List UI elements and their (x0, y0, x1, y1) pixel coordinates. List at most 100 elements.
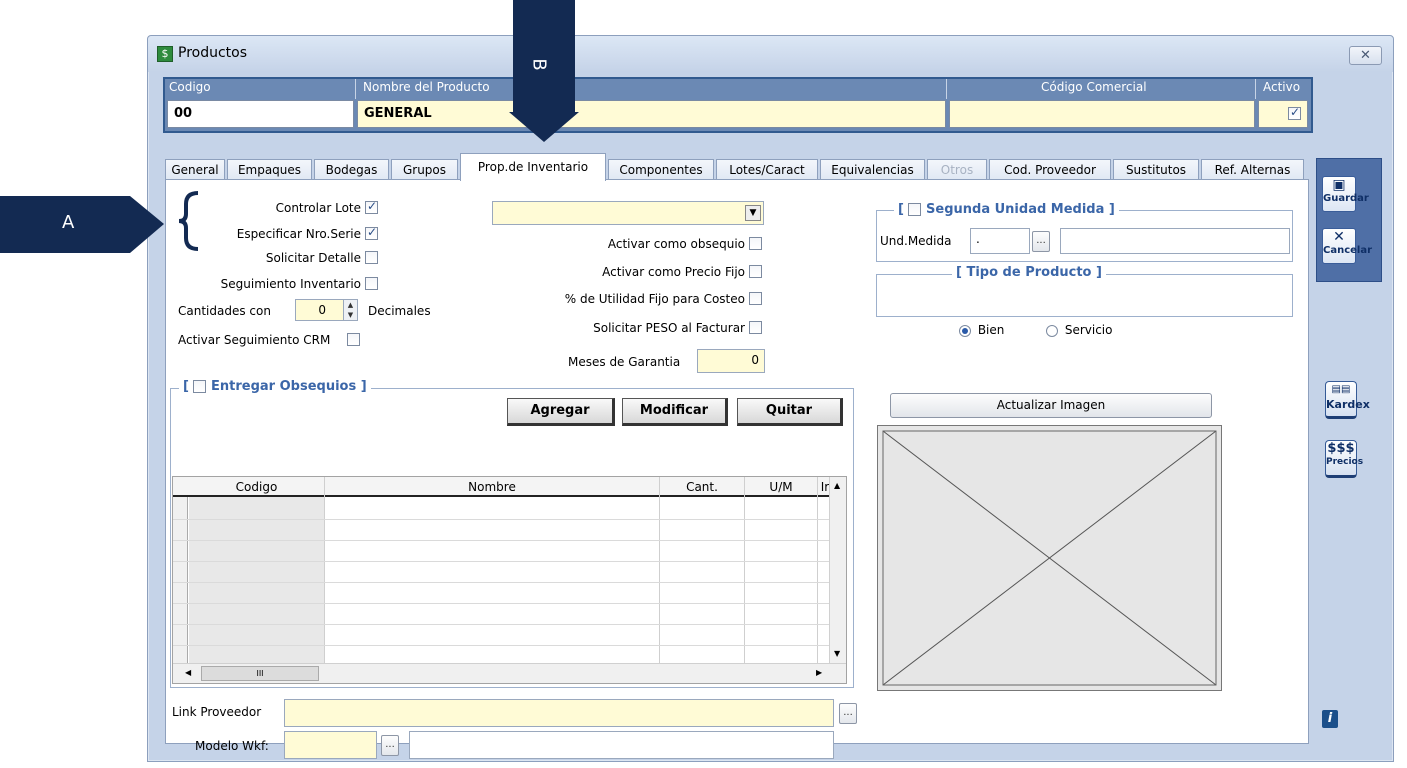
info-icon[interactable]: i (1322, 710, 1338, 728)
solicitar-detalle-checkbox[interactable] (365, 251, 378, 264)
grid-row[interactable] (173, 645, 846, 646)
tab-sustitutos[interactable]: Sustitutos (1113, 159, 1199, 181)
dollar-icon: $$$ (1327, 441, 1355, 456)
chevron-down-icon[interactable]: ▼ (745, 205, 761, 221)
modelo-wkf-field[interactable] (284, 731, 377, 759)
link-proveedor-browse-button[interactable]: ... (839, 703, 857, 724)
tab-lotes-caract[interactable]: Lotes/Caract (716, 159, 818, 181)
image-placeholder-icon (882, 430, 1217, 686)
codigo-field[interactable]: 00 (167, 100, 354, 128)
tab-general[interactable]: General (165, 159, 225, 181)
modelo-wkf-browse-button[interactable]: ... (381, 735, 399, 756)
precio-fijo-label: Activar como Precio Fijo (602, 265, 745, 279)
utilidad-fijo-checkbox[interactable] (749, 292, 762, 305)
tab-grupos[interactable]: Grupos (391, 159, 458, 181)
grid-row[interactable] (173, 561, 846, 562)
bien-radio[interactable] (959, 324, 971, 337)
grid-row[interactable] (173, 603, 846, 604)
scroll-up-icon[interactable]: ▲ (834, 481, 840, 490)
und-medida-field[interactable]: . (970, 228, 1030, 254)
grid-col-line (817, 477, 818, 663)
tab-cod-proveedor[interactable]: Cod. Proveedor (989, 159, 1111, 181)
tab-otros[interactable]: Otros (927, 159, 987, 181)
codigo-label: Codigo (169, 80, 211, 94)
solicitar-detalle-label: Solicitar Detalle (265, 251, 361, 265)
especificar-serie-label: Especificar Nro.Serie (236, 227, 361, 241)
seguimiento-crm-checkbox[interactable] (347, 333, 360, 346)
title-bar: $ Productos ✕ (148, 36, 1393, 72)
modelo-wkf-description[interactable] (409, 731, 834, 759)
decimales-label: Decimales (368, 304, 431, 318)
scroll-right-icon[interactable]: ▶ (816, 668, 822, 677)
annotation-a-label: A (62, 212, 75, 233)
codigo-comercial-label: Código Comercial (1041, 80, 1147, 94)
meses-garantia-label: Meses de Garantia (568, 355, 681, 369)
scroll-thumb[interactable]: III (201, 666, 319, 681)
precio-fijo-checkbox[interactable] (749, 265, 762, 278)
grid-horizontal-scrollbar[interactable]: ◀ III ▶ (173, 663, 846, 683)
tab-componentes[interactable]: Componentes (608, 159, 714, 181)
tab-prop-inventario[interactable]: Prop.de Inventario (460, 153, 606, 181)
codigo-comercial-field[interactable] (949, 100, 1255, 128)
grid-row[interactable] (173, 624, 846, 625)
entregar-obsequios-checkbox[interactable] (193, 380, 207, 393)
close-button[interactable]: ✕ (1349, 46, 1382, 65)
tab-equivalencias[interactable]: Equivalencias (820, 159, 925, 181)
tab-empaques[interactable]: Empaques (227, 159, 312, 181)
annotation-a-tip (130, 196, 164, 253)
activo-checkbox[interactable] (1288, 105, 1301, 120)
servicio-radio[interactable] (1046, 324, 1058, 337)
modelo-wkf-label: Modelo Wkf: (195, 739, 269, 753)
solicitar-peso-checkbox[interactable] (749, 321, 762, 334)
col-cant[interactable]: Cant. (660, 480, 744, 494)
activar-obsequio-label: Activar como obsequio (607, 237, 745, 251)
guardar-button[interactable]: ▣ Guardar (1322, 176, 1369, 212)
seguimiento-inventario-checkbox[interactable] (365, 277, 378, 290)
grid-codigo-column (189, 497, 324, 663)
inventory-dropdown[interactable] (492, 201, 764, 225)
link-proveedor-field[interactable] (284, 699, 834, 727)
und-medida-description[interactable] (1060, 228, 1290, 254)
precios-button[interactable]: $$$ Precios (1325, 440, 1363, 478)
nombre-field[interactable]: GENERAL (357, 100, 946, 128)
header-divider (355, 79, 356, 99)
tab-bodegas[interactable]: Bodegas (314, 159, 389, 181)
col-nombre[interactable]: Nombre (325, 480, 659, 494)
obsequios-grid: Codigo Nombre Cant. U/M Ir ▲ ▼ ◀ III ▶ (172, 476, 847, 684)
grid-row[interactable] (173, 582, 846, 583)
meses-garantia-field[interactable]: 0 (697, 349, 765, 373)
grid-row[interactable] (173, 519, 846, 520)
grid-col-line (744, 477, 745, 663)
window-title: Productos (178, 45, 248, 61)
cantidades-con-label: Cantidades con (178, 304, 271, 318)
action-toolbar: ▣ Guardar ✕ Cancelar (1316, 158, 1382, 282)
kardex-button[interactable]: ▤▤ Kardex (1325, 381, 1370, 419)
grid-vertical-scrollbar[interactable]: ▲ ▼ (829, 477, 846, 663)
tab-ref-alternas[interactable]: Ref. Alternas (1201, 159, 1304, 181)
annotation-b-arrow (513, 0, 575, 112)
col-um[interactable]: U/M (745, 480, 817, 494)
activo-label: Activo (1263, 80, 1301, 94)
controlar-lote-checkbox[interactable] (365, 199, 378, 214)
col-codigo[interactable]: Codigo (189, 480, 324, 494)
actualizar-imagen-button[interactable]: Actualizar Imagen (890, 393, 1212, 418)
decimales-spinner-arrows[interactable]: ▲ ▼ (343, 299, 358, 321)
segunda-unidad-checkbox[interactable] (908, 203, 922, 216)
modificar-button[interactable]: Modificar (622, 398, 728, 426)
especificar-serie-checkbox[interactable] (365, 225, 378, 240)
bracket-open: [ (183, 379, 189, 394)
decimales-spinner[interactable]: 0 (295, 299, 345, 321)
und-medida-browse-button[interactable]: ... (1032, 231, 1050, 252)
bien-option[interactable]: Bien (959, 323, 1004, 337)
agregar-button[interactable]: Agregar (507, 398, 615, 426)
quitar-button[interactable]: Quitar (737, 398, 843, 426)
scroll-down-icon[interactable]: ▼ (834, 649, 840, 658)
servicio-option[interactable]: Servicio (1046, 323, 1112, 337)
activar-obsequio-checkbox[interactable] (749, 237, 762, 250)
cancelar-button[interactable]: ✕ Cancelar (1322, 228, 1372, 264)
controlar-lote-label: Controlar Lote (275, 201, 361, 215)
scroll-left-icon[interactable]: ◀ (185, 668, 191, 677)
product-image-placeholder (877, 425, 1222, 691)
bracket-open: [ (898, 202, 904, 217)
grid-row[interactable] (173, 540, 846, 541)
